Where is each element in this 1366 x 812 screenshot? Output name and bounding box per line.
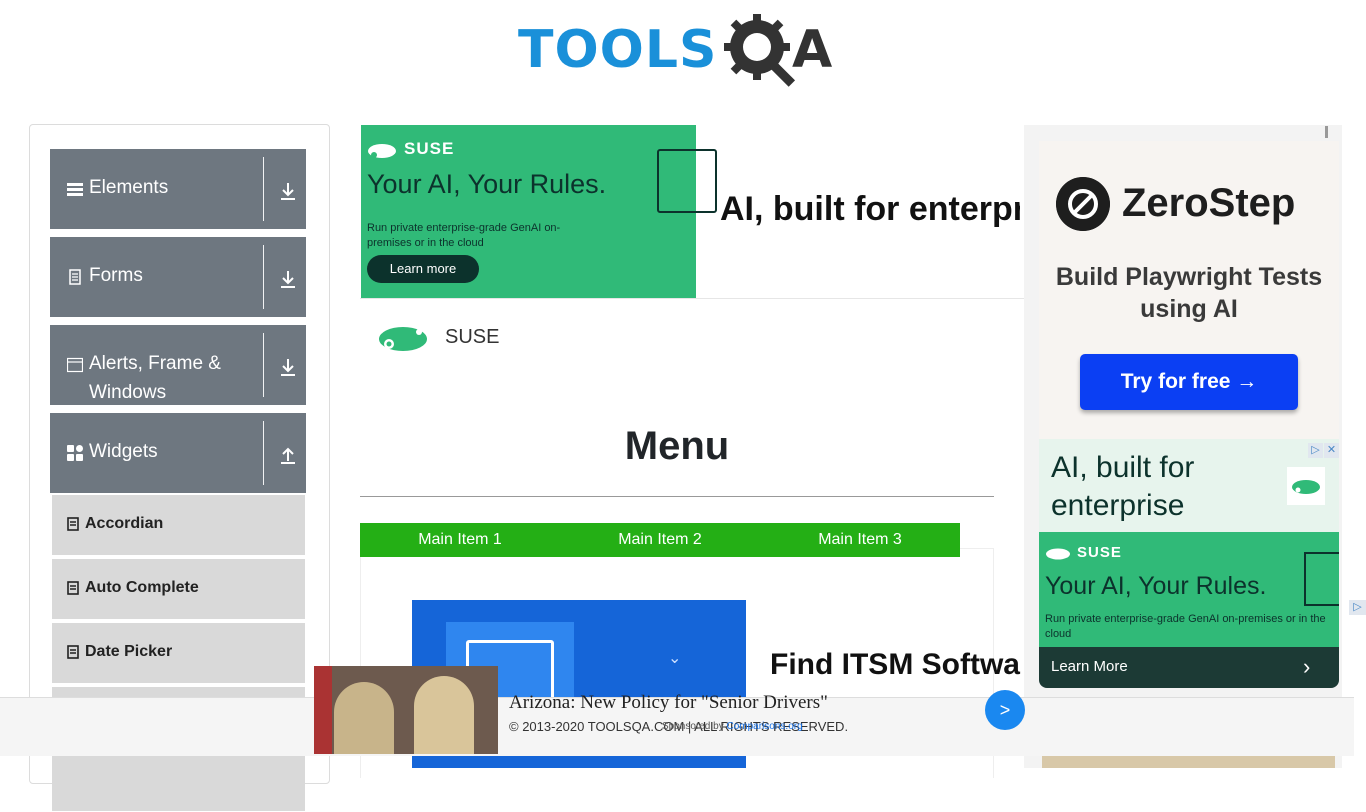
logo-text: TOOLS: [518, 20, 718, 80]
suse-ad-banner[interactable]: SUSE Your AI, Your Rules. Run private en…: [361, 125, 717, 298]
bottom-ad-image[interactable]: [314, 666, 498, 754]
adchoices-icon[interactable]: ▷: [1349, 600, 1366, 615]
monitor-gear-icon: [657, 149, 717, 213]
hamburger-icon: [67, 183, 83, 196]
ad-image[interactable]: [1042, 756, 1335, 768]
logo-suffix: A: [792, 20, 833, 80]
zerostep-name: ZeroStep: [1122, 181, 1296, 225]
divider: [360, 496, 994, 497]
widgets-icon: [67, 445, 83, 461]
chevron-right-icon: ›: [1303, 654, 1311, 679]
ad-choices[interactable]: ▷ ✕: [1307, 440, 1339, 458]
upload-arrow-icon[interactable]: [279, 445, 297, 465]
bottom-ad-headline[interactable]: Arizona: New Policy for "Senior Drivers": [509, 692, 828, 714]
sponsored-prefix: Sponsored by: [662, 721, 724, 732]
list-icon: [67, 517, 79, 531]
suse-subtext: Run private enterprise-grade GenAI on-pr…: [367, 222, 561, 249]
divider: [360, 298, 1024, 299]
suse-brand: SUSE: [404, 139, 455, 158]
menu-item-label: Accordian: [85, 515, 164, 532]
gear-magnifier-icon: [724, 14, 796, 87]
divider: [263, 157, 264, 221]
divider: [263, 421, 264, 485]
menu-item-accordian[interactable]: Accordian: [52, 495, 305, 556]
chameleon-icon: [368, 144, 396, 158]
group-label: Widgets: [89, 441, 158, 462]
learn-more-bar[interactable]: Learn More ›: [1039, 647, 1339, 688]
advertiser-name: SUSE: [445, 326, 500, 348]
learn-more-button[interactable]: Learn more: [367, 255, 479, 283]
ai-enterprise-ad[interactable]: AI, built for enterprise: [1039, 439, 1339, 532]
person-graphic: [414, 676, 474, 754]
left-panel: Elements Forms Alerts, Frame & Windows W…: [29, 124, 330, 812]
menu-item-next[interactable]: [52, 751, 305, 812]
chevron-down-icon: ⌄: [668, 650, 682, 667]
try-for-free-button[interactable]: Try for free →: [1080, 354, 1298, 410]
zerostep-ad[interactable]: ZeroStep Build Playwright Tests using AI…: [1039, 141, 1339, 439]
document-icon: [69, 269, 81, 285]
suse-brand: SUSE: [1077, 544, 1122, 561]
download-arrow-icon[interactable]: [279, 357, 297, 377]
toolsqa-logo[interactable]: TOOLS A: [518, 14, 848, 92]
scroll-indicator: [1325, 126, 1328, 138]
sponsored-by: Sponsored by Comparisons.org: [662, 721, 803, 732]
download-arrow-icon[interactable]: [279, 181, 297, 201]
list-icon: [67, 581, 79, 595]
ad-heading[interactable]: Find ITSM Softwa: [770, 648, 1024, 682]
person-graphic: [334, 682, 394, 754]
suse-chameleon-icon: [1287, 467, 1325, 505]
next-arrow-button[interactable]: >: [985, 690, 1025, 730]
suse-headline: Your AI, Your Rules.: [367, 169, 607, 199]
group-elements[interactable]: Elements: [50, 149, 306, 229]
suse-ad-right[interactable]: SUSE Your AI, Your Rules. Run private en…: [1039, 532, 1339, 647]
ad-heading: AI, built for enterprise: [1051, 451, 1195, 522]
suse-subtext: Run private enterprise-grade GenAI on-pr…: [1045, 613, 1326, 640]
group-widgets[interactable]: Widgets: [50, 413, 306, 493]
group-label: Forms: [89, 265, 143, 286]
menu-item-auto-complete[interactable]: Auto Complete: [52, 559, 305, 620]
group-label: Elements: [89, 177, 169, 198]
group-label: Alerts, Frame & Windows: [89, 353, 221, 403]
close-icon[interactable]: ✕: [1324, 443, 1339, 458]
menu-item-date-picker[interactable]: Date Picker: [52, 623, 305, 684]
main-item-3[interactable]: Main Item 3: [760, 523, 960, 557]
list-icon: [67, 645, 79, 659]
suse-headline: Your AI, Your Rules.: [1045, 572, 1267, 600]
main-item-1[interactable]: Main Item 1: [360, 523, 560, 557]
divider: [263, 333, 264, 397]
nav-menu: Main Item 1 Main Item 2 Main Item 3: [360, 523, 960, 557]
main-item-2[interactable]: Main Item 2: [560, 523, 760, 557]
group-alerts-frame-windows[interactable]: Alerts, Frame & Windows: [50, 325, 306, 405]
sponsor-link[interactable]: Comparisons.org: [727, 721, 803, 732]
chameleon-icon: [1046, 548, 1070, 560]
menu-item-label: Date Picker: [85, 643, 173, 660]
divider: [263, 245, 264, 309]
menu-item-label: Auto Complete: [85, 579, 199, 596]
learn-more-link[interactable]: Learn More: [1051, 658, 1128, 675]
group-forms[interactable]: Forms: [50, 237, 306, 317]
page-title: Menu: [624, 424, 730, 468]
monitor-gear-icon: [1304, 552, 1339, 606]
window-icon: [67, 357, 83, 373]
site-header: TOOLS A: [0, 0, 1366, 110]
zerostep-logo-icon: [1056, 177, 1110, 231]
zerostep-tagline: Build Playwright Tests using AI: [1055, 263, 1323, 323]
download-arrow-icon[interactable]: [279, 269, 297, 289]
ad-heading[interactable]: AI, built for enterpr: [720, 190, 1020, 229]
adchoices-icon[interactable]: ▷: [1308, 443, 1323, 458]
flag-graphic: [314, 666, 332, 754]
suse-chameleon-icon: [379, 327, 427, 351]
